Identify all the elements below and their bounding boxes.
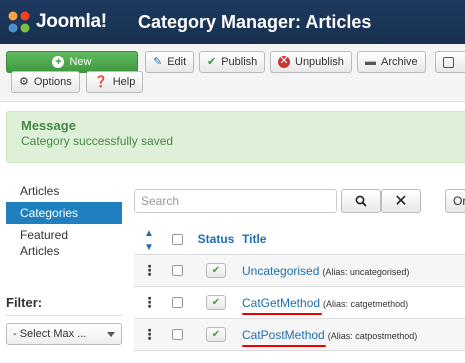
joomla-logo[interactable]: Joomla!	[6, 9, 128, 35]
page-title: Category Manager: Articles	[138, 11, 372, 32]
table-header: ▲ ▼ Status Title	[134, 224, 465, 255]
filter-label: Filter:	[6, 295, 43, 310]
message-text: Category successfully saved	[21, 134, 174, 148]
category-title-link[interactable]: CatPostMethod	[242, 328, 325, 342]
unpublish-button-label: Unpublish	[295, 56, 344, 68]
table-row: ⋮ ✔ Uncategorised (Alias: uncategorised)	[134, 255, 465, 287]
published-status-toggle[interactable]: ✔	[206, 263, 226, 278]
sidebar-item-articles[interactable]: Articles	[6, 180, 122, 202]
publish-button[interactable]: ✔ Publish	[199, 51, 266, 73]
row-checkbox[interactable]	[171, 265, 183, 276]
unpublish-button[interactable]: ✕ Unpublish	[270, 51, 352, 73]
sidebar: Articles Categories Featured Articles	[6, 180, 122, 262]
max-levels-select-value: - Select Max ...	[13, 328, 87, 340]
archive-button[interactable]: ▬ Archive	[357, 51, 426, 73]
brand-name: Joomla!	[36, 11, 107, 32]
app-header: Joomla! Category Manager: Articles	[0, 0, 465, 44]
joomla-logo-icon	[8, 11, 30, 33]
category-alias: (Alias: uncategorised)	[322, 266, 410, 277]
archive-button-label: Archive	[381, 56, 418, 68]
options-button-label: Options	[33, 76, 72, 88]
edit-button[interactable]: ✎ Edit	[145, 51, 195, 73]
toolbar: + New ✎ Edit ✔ Publish ✕ Unpublish ▬ Arc…	[0, 44, 465, 102]
gear-icon: ⚙	[19, 75, 29, 88]
check-icon: ✔	[207, 55, 217, 68]
title-column-header[interactable]: Title	[242, 232, 465, 246]
archive-icon: ▬	[365, 55, 376, 68]
annotation-underline	[242, 344, 326, 347]
drag-handle-icon[interactable]: ⋮	[143, 326, 157, 342]
drag-handle-icon[interactable]: ⋮	[143, 294, 157, 310]
close-icon: ✕	[394, 193, 408, 210]
ordering-button[interactable]: Or	[445, 189, 465, 213]
options-button[interactable]: ⚙ Options	[11, 71, 80, 93]
table-row: ⋮ ✔ CatGetMethod (Alias: catgetmethod)	[134, 287, 465, 319]
search-button[interactable]	[341, 189, 381, 213]
max-levels-select[interactable]: - Select Max ...	[6, 323, 122, 345]
success-message: Message Category successfully saved	[6, 111, 465, 163]
published-status-toggle[interactable]: ✔	[206, 327, 226, 342]
category-alias: (Alias: catpostmethod)	[327, 330, 418, 341]
checkbox-icon	[443, 56, 454, 68]
sidebar-item-featured-articles[interactable]: Featured Articles	[6, 224, 122, 262]
published-status-toggle[interactable]: ✔	[206, 295, 226, 310]
search-icon	[355, 195, 367, 207]
chevron-down-icon	[107, 331, 115, 337]
question-icon: ❓	[94, 75, 108, 88]
category-alias: (Alias: catgetmethod)	[323, 298, 409, 309]
help-button[interactable]: ❓ Help	[86, 71, 144, 93]
clear-button[interactable]: ✕	[381, 189, 421, 213]
annotation-underline	[242, 312, 322, 315]
drag-handle-icon[interactable]: ⋮	[143, 262, 157, 278]
publish-button-label: Publish	[221, 56, 258, 68]
status-column-header[interactable]: Status	[190, 232, 242, 246]
categories-table: ▲ ▼ Status Title ⋮ ✔ Uncategorised (Alias:…	[134, 224, 465, 351]
new-button-label: New	[69, 56, 92, 68]
help-button-label: Help	[112, 76, 136, 88]
row-checkbox[interactable]	[171, 297, 183, 308]
sidebar-item-categories[interactable]: Categories	[6, 202, 122, 224]
search-input[interactable]	[134, 189, 337, 213]
unpublish-icon: ✕	[278, 55, 290, 68]
table-row: ⋮ ✔ CatPostMethod (Alias: catpostmethod)	[134, 319, 465, 351]
sort-icon: ▲ ▼	[144, 228, 154, 253]
row-checkbox[interactable]	[171, 329, 183, 340]
ordering-column-header[interactable]: ▲ ▼	[134, 225, 164, 253]
select-all-checkbox[interactable]	[171, 233, 183, 245]
select-all-column	[164, 233, 190, 245]
filter-divider	[6, 315, 122, 316]
new-button[interactable]: + New	[6, 51, 138, 73]
edit-icon: ✎	[153, 55, 163, 68]
message-heading: Message	[21, 118, 76, 133]
checkin-button[interactable]	[435, 51, 465, 73]
plus-icon: +	[52, 56, 65, 68]
category-title-link[interactable]: CatGetMethod	[242, 296, 320, 310]
edit-button-label: Edit	[167, 56, 187, 68]
category-title-link[interactable]: Uncategorised	[242, 264, 319, 278]
